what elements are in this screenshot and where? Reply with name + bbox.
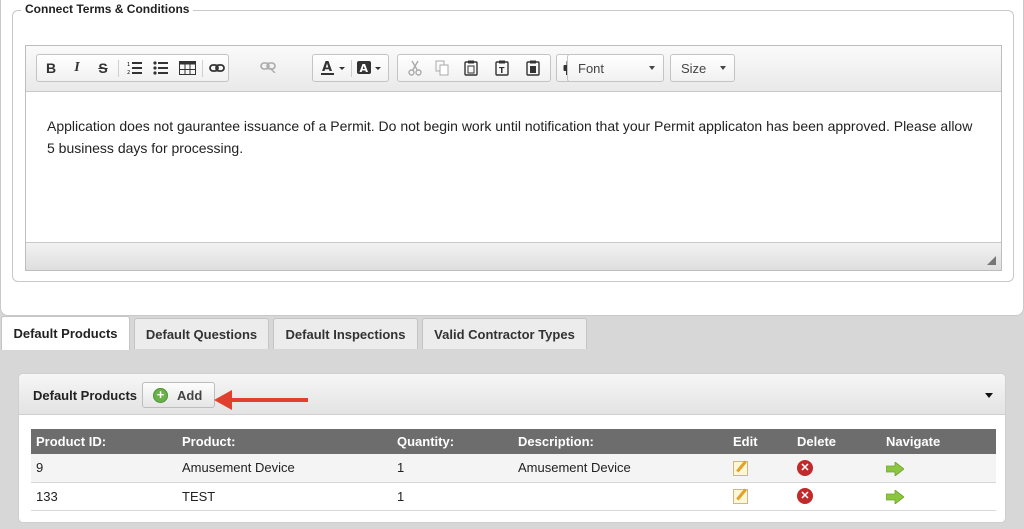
- editor-content[interactable]: Application does not gaurantee issuance …: [26, 93, 1001, 242]
- add-button[interactable]: + Add: [142, 382, 215, 408]
- tab-bar: Default Products Default Questions Defau…: [0, 316, 1024, 350]
- edit-cell: [728, 454, 792, 483]
- delete-cell: ✕: [792, 454, 881, 483]
- delete-icon[interactable]: ✕: [797, 460, 813, 477]
- delete-icon[interactable]: ✕: [797, 488, 813, 505]
- editor-toolbar: B I S 12 A A T Font Size: [26, 46, 1001, 92]
- column-header: Description:: [518, 434, 594, 449]
- navigate-arrow-icon[interactable]: [886, 461, 904, 476]
- svg-text:T: T: [499, 66, 505, 75]
- plus-icon: +: [153, 387, 168, 403]
- edit-icon[interactable]: [733, 489, 748, 505]
- navigate-arrow-icon[interactable]: [886, 489, 904, 504]
- paste-text-icon[interactable]: T: [491, 58, 513, 78]
- product-id-cell: 133: [31, 482, 177, 511]
- description-cell: [513, 482, 728, 511]
- navigate-cell: [881, 454, 996, 483]
- text-color-icon[interactable]: A: [319, 58, 349, 78]
- column-header: Navigate: [886, 434, 941, 449]
- annotation-arrow-icon: [214, 390, 308, 410]
- tab-default-inspections[interactable]: Default Inspections: [273, 318, 418, 349]
- panel-title: Default Products: [33, 388, 138, 403]
- font-select-label: Font: [578, 61, 605, 76]
- products-table: Product ID: Product: Quantity: Descripti…: [31, 429, 996, 511]
- chevron-down-icon: [720, 66, 726, 70]
- column-header: Delete: [797, 434, 837, 449]
- column-header: Edit: [733, 434, 758, 449]
- panel-header: Default Products + Add: [19, 374, 1005, 415]
- cut-icon[interactable]: [404, 58, 426, 78]
- size-select[interactable]: Size: [670, 54, 735, 82]
- navigate-cell: [881, 482, 996, 511]
- table-row: 9 Amusement Device 1 Amusement Device ✕: [31, 454, 996, 483]
- description-cell: Amusement Device: [513, 454, 728, 483]
- font-select[interactable]: Font: [567, 54, 664, 82]
- terms-panel: Connect Terms & Conditions B I S 12 A A …: [0, 0, 1024, 316]
- editor-statusbar: [26, 242, 1001, 270]
- delete-cell: ✕: [792, 482, 881, 511]
- paste-icon[interactable]: [460, 58, 482, 78]
- svg-text:2: 2: [127, 70, 130, 75]
- edit-icon[interactable]: [733, 460, 748, 476]
- link-icon[interactable]: [206, 58, 228, 78]
- terms-legend: Connect Terms & Conditions: [21, 2, 194, 16]
- edit-cell: [728, 482, 792, 511]
- product-id-cell: 9: [31, 454, 177, 483]
- chevron-down-icon: [649, 66, 655, 70]
- tab-default-questions[interactable]: Default Questions: [134, 318, 269, 349]
- table-row: 133 TEST 1 ✕: [31, 482, 996, 511]
- italic-icon[interactable]: I: [66, 58, 88, 78]
- column-header: Product ID:: [36, 434, 107, 449]
- svg-text:A: A: [322, 60, 332, 75]
- background-color-icon[interactable]: A: [355, 58, 385, 78]
- tab-valid-contractor-types[interactable]: Valid Contractor Types: [422, 318, 587, 349]
- column-header: Product:: [182, 434, 236, 449]
- format-group: B I S 12: [36, 54, 229, 82]
- column-header: Quantity:: [397, 434, 455, 449]
- copy-icon[interactable]: [431, 58, 453, 78]
- collapse-icon[interactable]: [985, 393, 993, 398]
- svg-text:A: A: [360, 62, 369, 75]
- bold-icon[interactable]: B: [40, 58, 62, 78]
- quantity-cell: 1: [392, 482, 513, 511]
- table-header-row: Product ID: Product: Quantity: Descripti…: [31, 429, 996, 454]
- strikethrough-icon[interactable]: S: [92, 58, 114, 78]
- add-button-label: Add: [177, 387, 203, 403]
- bulleted-list-icon[interactable]: [150, 58, 172, 78]
- quantity-cell: 1: [392, 454, 513, 483]
- resize-handle-icon[interactable]: [987, 256, 996, 265]
- unlink-icon[interactable]: [257, 57, 279, 77]
- size-select-label: Size: [681, 61, 707, 76]
- svg-text:1: 1: [127, 62, 130, 68]
- default-products-panel: Default Products + Add Product ID: Produ…: [18, 373, 1006, 523]
- product-name-cell: TEST: [177, 482, 392, 511]
- clipboard-group: T: [397, 54, 551, 82]
- tab-default-products[interactable]: Default Products: [1, 316, 130, 350]
- table-icon[interactable]: [176, 58, 198, 78]
- color-group: A A: [312, 54, 389, 82]
- paste-word-icon[interactable]: [522, 58, 544, 78]
- numbered-list-icon[interactable]: 12: [124, 58, 146, 78]
- rich-text-editor: B I S 12 A A T Font Size Application doe…: [25, 45, 1002, 271]
- product-name-cell: Amusement Device: [177, 454, 392, 483]
